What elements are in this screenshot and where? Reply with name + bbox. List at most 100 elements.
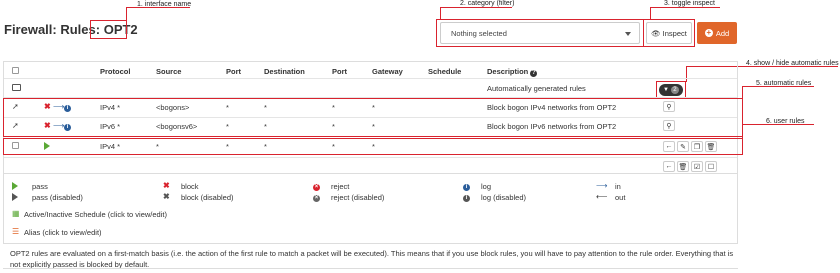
col-destination: Destination bbox=[264, 67, 305, 76]
category-filter-select[interactable]: Nothing selected bbox=[440, 22, 640, 44]
legend-pass: pass bbox=[32, 182, 48, 191]
block-icon: ✖ bbox=[44, 102, 51, 111]
callout-line-3h bbox=[650, 7, 720, 8]
auto-rules-description: Automatically generated rules bbox=[487, 84, 586, 93]
bottom-divider bbox=[3, 268, 738, 269]
legend-reject-disabled: reject (disabled) bbox=[331, 193, 385, 202]
row-destination: * bbox=[264, 122, 267, 131]
row-description: Block bogon IPv6 networks from OPT2 bbox=[487, 122, 617, 131]
legend-reject: reject bbox=[331, 182, 350, 191]
reject-icon: × bbox=[313, 184, 320, 191]
search-icon[interactable]: ⚲ bbox=[663, 101, 675, 112]
arrow-in-icon: ⟶ bbox=[53, 102, 65, 111]
select-all-checkbox[interactable] bbox=[12, 67, 19, 74]
delete-selected-icon[interactable]: 🗑 bbox=[677, 161, 689, 172]
pass-disabled-icon bbox=[12, 193, 18, 201]
col-gateway: Gateway bbox=[372, 67, 403, 76]
arrow-out-icon: ⟵ bbox=[596, 192, 608, 201]
row-checkbox[interactable] bbox=[12, 142, 19, 149]
legend-pass-disabled: pass (disabled) bbox=[32, 193, 83, 202]
col-dest-port: Port bbox=[332, 67, 347, 76]
move-selected-icon[interactable]: ← bbox=[663, 161, 675, 172]
toggle-selected-icon[interactable]: ☑ bbox=[691, 161, 703, 172]
row-port: * bbox=[226, 122, 229, 131]
callout-show-hide-automatic: 4. show / hide automatic rules bbox=[746, 60, 839, 67]
calendar-icon: ▦ bbox=[12, 209, 20, 218]
row-divider bbox=[4, 78, 737, 79]
copy-icon[interactable]: ❐ bbox=[691, 141, 703, 152]
callout-category-filter: 2. category (filter) bbox=[460, 0, 515, 7]
row-dest-port: * bbox=[332, 122, 335, 131]
row-protocol: IPv6 * bbox=[100, 122, 121, 131]
row-gateway: * bbox=[372, 103, 375, 112]
alias-list-icon: ☰ bbox=[12, 227, 20, 236]
legend-log: log bbox=[481, 182, 492, 191]
callout-line-5 bbox=[742, 86, 743, 98]
auto-count-badge: 2 bbox=[670, 86, 679, 94]
edit-icon[interactable]: ✎ bbox=[677, 141, 689, 152]
row-source[interactable]: <bogons> bbox=[156, 103, 189, 112]
col-schedule: Schedule bbox=[428, 67, 462, 76]
delete-icon[interactable]: 🗑 bbox=[705, 141, 717, 152]
col-port: Port bbox=[226, 67, 241, 76]
row-divider bbox=[4, 117, 737, 118]
legend-log-disabled: log (disabled) bbox=[481, 193, 527, 202]
inspect-button[interactable]: 👁 Inspect bbox=[646, 22, 692, 44]
pass-icon bbox=[12, 182, 18, 190]
callout-interface-name: 1. interface name bbox=[137, 1, 192, 8]
chevron-down-icon: ▼ bbox=[663, 87, 669, 93]
callout-user-rules: 6. user rules bbox=[766, 118, 805, 125]
legend-in: in bbox=[615, 182, 621, 191]
log-icon: i bbox=[463, 182, 470, 191]
col-protocol: Protocol bbox=[100, 67, 131, 76]
block-icon: ✖ bbox=[163, 181, 170, 190]
callout-toggle-inspect: 3. toggle inspect bbox=[664, 0, 715, 7]
row-port: * bbox=[226, 142, 229, 151]
log-info-icon: i bbox=[64, 122, 71, 131]
legend-block: block bbox=[181, 182, 199, 191]
log-info-icon: i bbox=[64, 103, 71, 112]
row-destination: * bbox=[264, 103, 267, 112]
col-description: Description ? bbox=[487, 67, 538, 77]
add-button[interactable]: + Add bbox=[697, 22, 737, 44]
pass-icon bbox=[44, 142, 50, 150]
row-description: Block bogon IPv4 networks from OPT2 bbox=[487, 103, 617, 112]
wrench-icon: ➚ bbox=[12, 102, 19, 111]
row-source: * bbox=[156, 142, 159, 151]
row-protocol: IPv4 * bbox=[100, 142, 121, 151]
folder-icon bbox=[12, 84, 21, 91]
row-dest-port: * bbox=[332, 142, 335, 151]
row-gateway: * bbox=[372, 122, 375, 131]
rules-footer-note: OPT2 rules are evaluated on a first-matc… bbox=[10, 249, 734, 269]
category-filter-value: Nothing selected bbox=[451, 29, 507, 38]
arrow-in-icon: ⟶ bbox=[596, 181, 608, 190]
legend-block-disabled: block (disabled) bbox=[181, 193, 234, 202]
callout-automatic-rules: 5. automatic rules bbox=[756, 80, 812, 87]
search-icon[interactable]: ⚲ bbox=[663, 120, 675, 131]
eye-icon: 👁 bbox=[651, 28, 661, 38]
legend-alias: Alias (click to view/edit) bbox=[24, 228, 102, 237]
row-gateway: * bbox=[372, 142, 375, 151]
disable-selected-icon[interactable]: ☐ bbox=[705, 161, 717, 172]
plus-icon: + bbox=[704, 28, 713, 37]
col-description-label: Description bbox=[487, 67, 529, 76]
row-protocol: IPv4 * bbox=[100, 103, 121, 112]
col-source: Source bbox=[156, 67, 182, 76]
row-source[interactable]: <bogonsv6> bbox=[156, 122, 197, 131]
callout-line-2h bbox=[440, 7, 512, 8]
page-title-prefix: Firewall: Rules: bbox=[4, 22, 101, 37]
inspect-label: Inspect bbox=[662, 28, 687, 38]
reject-disabled-icon: × bbox=[313, 195, 320, 202]
add-label: Add bbox=[715, 28, 730, 38]
legend-schedule: Active/Inactive Schedule (click to view/… bbox=[24, 210, 167, 219]
log-disabled-icon: i bbox=[463, 193, 470, 202]
block-icon: ✖ bbox=[44, 121, 51, 130]
move-icon[interactable]: ← bbox=[663, 141, 675, 152]
legend-out: out bbox=[615, 193, 626, 202]
arrow-in-icon: ⟶ bbox=[53, 121, 65, 130]
show-hide-automatic-toggle[interactable]: ▼ 2 bbox=[659, 84, 683, 96]
help-icon: ? bbox=[530, 70, 538, 77]
block-disabled-icon: ✖ bbox=[163, 192, 170, 201]
row-destination: * bbox=[264, 142, 267, 151]
row-port: * bbox=[226, 103, 229, 112]
